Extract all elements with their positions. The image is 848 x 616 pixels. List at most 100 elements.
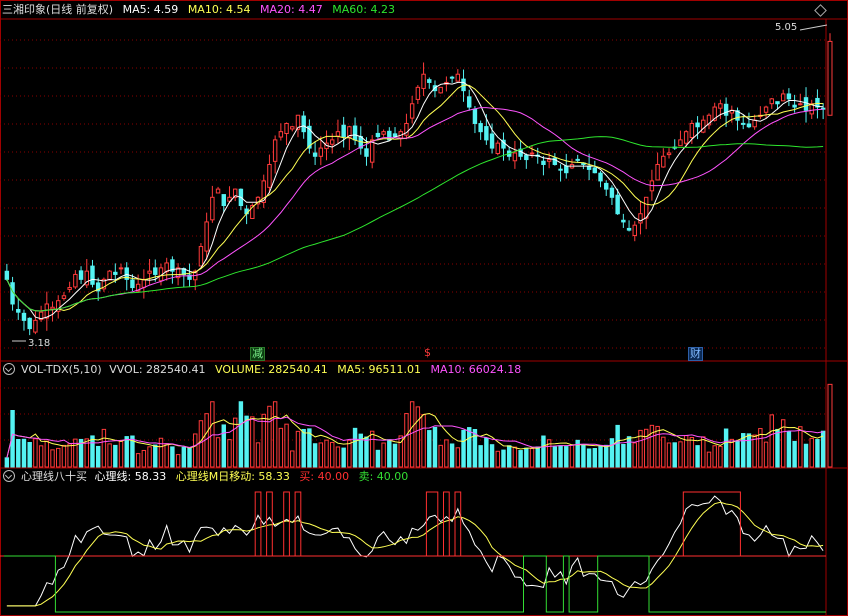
candle xyxy=(438,86,443,94)
candle xyxy=(90,265,95,285)
chart-canvas[interactable] xyxy=(0,0,848,616)
candle xyxy=(107,270,112,281)
volume-bar xyxy=(44,440,50,468)
candle xyxy=(780,93,786,102)
candle xyxy=(341,124,346,138)
candle xyxy=(558,168,563,171)
candle xyxy=(118,267,124,270)
candle xyxy=(284,122,289,135)
candle xyxy=(775,101,780,105)
candle xyxy=(301,115,306,133)
main-header: 三湘印象(日线 前复权) MA5: 4.59 MA10: 4.54 MA20: … xyxy=(2,2,401,18)
volume-header: VOL-TDX(5,10) VVOL: 282540.41 VOLUME: 28… xyxy=(0,362,527,378)
volume-bar xyxy=(21,438,27,468)
candle xyxy=(130,279,135,289)
psy-indicator-name[interactable]: 心理线八十买 xyxy=(21,470,87,483)
psy-line xyxy=(6,495,824,607)
volume-bar xyxy=(427,430,432,468)
volume-bar xyxy=(261,413,266,468)
volume-bar xyxy=(278,427,284,468)
volume-bar xyxy=(244,415,249,468)
high-price-pointer xyxy=(799,24,828,31)
candle xyxy=(50,306,55,310)
candle xyxy=(586,165,592,170)
volume-bar xyxy=(198,420,204,468)
ma5-line xyxy=(6,81,824,320)
volume-bar xyxy=(341,447,346,468)
event-tag-dividend[interactable]: $ xyxy=(423,347,432,359)
stock-title[interactable]: 三湘印象(日线 前复权) xyxy=(2,3,113,16)
volume-bar xyxy=(369,430,375,468)
candle xyxy=(290,126,295,130)
candle xyxy=(27,317,32,330)
volume-bar xyxy=(312,443,318,468)
candle xyxy=(427,79,432,83)
volume-bar xyxy=(255,442,261,468)
candle xyxy=(632,224,637,237)
candle xyxy=(44,303,50,319)
candle xyxy=(318,147,324,157)
candle xyxy=(512,152,518,162)
volume-bar xyxy=(290,450,295,468)
volume-bar xyxy=(598,445,603,468)
volume-bar xyxy=(815,439,820,468)
volume-bar xyxy=(193,433,198,468)
event-tag-finance[interactable]: 财 xyxy=(688,347,703,361)
candle xyxy=(489,133,495,149)
ma5-legend: MA5: 4.59 xyxy=(122,3,179,16)
candle xyxy=(272,139,278,162)
psy-sell-signal xyxy=(4,491,826,557)
low-price-label: 3.18 xyxy=(28,338,51,349)
volume-bar xyxy=(335,446,341,468)
volume-bar xyxy=(90,435,95,468)
volume-bar xyxy=(661,436,666,468)
event-tag-reduce[interactable]: 减 xyxy=(250,347,265,361)
volume-bar xyxy=(141,449,147,468)
volume-bar xyxy=(569,444,575,468)
vol-indicator-name[interactable]: VOL-TDX(5,10) xyxy=(21,363,102,376)
candle xyxy=(478,123,483,133)
candle xyxy=(21,312,27,321)
candle xyxy=(666,152,672,156)
ma20-legend: MA20: 4.47 xyxy=(260,3,323,16)
volume-bar xyxy=(444,439,449,468)
volume-bar xyxy=(775,428,780,468)
settings-circle-icon[interactable] xyxy=(3,363,15,375)
settings-circle-icon[interactable] xyxy=(3,470,15,482)
volume-bar xyxy=(347,439,352,468)
volume-bar xyxy=(643,428,649,468)
volume-bar xyxy=(392,443,398,468)
volume-bar xyxy=(415,406,421,468)
volume-bar xyxy=(769,414,774,468)
volume-bar xyxy=(124,436,129,468)
volume-bar xyxy=(615,424,620,468)
volume-bar xyxy=(387,439,392,468)
candle xyxy=(798,103,803,106)
candle xyxy=(621,219,626,223)
candle xyxy=(204,221,209,252)
volume-bar xyxy=(604,444,609,468)
candle xyxy=(546,159,552,162)
candle xyxy=(409,103,415,119)
high-price-label: 5.05 xyxy=(775,22,798,33)
candle xyxy=(278,131,284,138)
volume-bar xyxy=(798,426,803,468)
volume-bar xyxy=(723,428,729,468)
volume-bar xyxy=(478,445,483,468)
volume-bar xyxy=(695,445,700,468)
volume-bar xyxy=(792,440,797,468)
candle xyxy=(564,165,569,174)
candle xyxy=(267,163,272,188)
volume-bar xyxy=(175,454,181,468)
volume-bar xyxy=(95,445,101,468)
volume-bar xyxy=(621,443,626,468)
candle xyxy=(643,196,649,219)
candle xyxy=(153,267,158,275)
volume-bar xyxy=(210,401,215,468)
candle xyxy=(312,152,318,157)
volume-bar xyxy=(438,444,443,468)
volume-bar xyxy=(227,439,232,468)
candle xyxy=(575,158,580,161)
candle xyxy=(78,270,84,280)
volume-bar xyxy=(250,416,255,468)
